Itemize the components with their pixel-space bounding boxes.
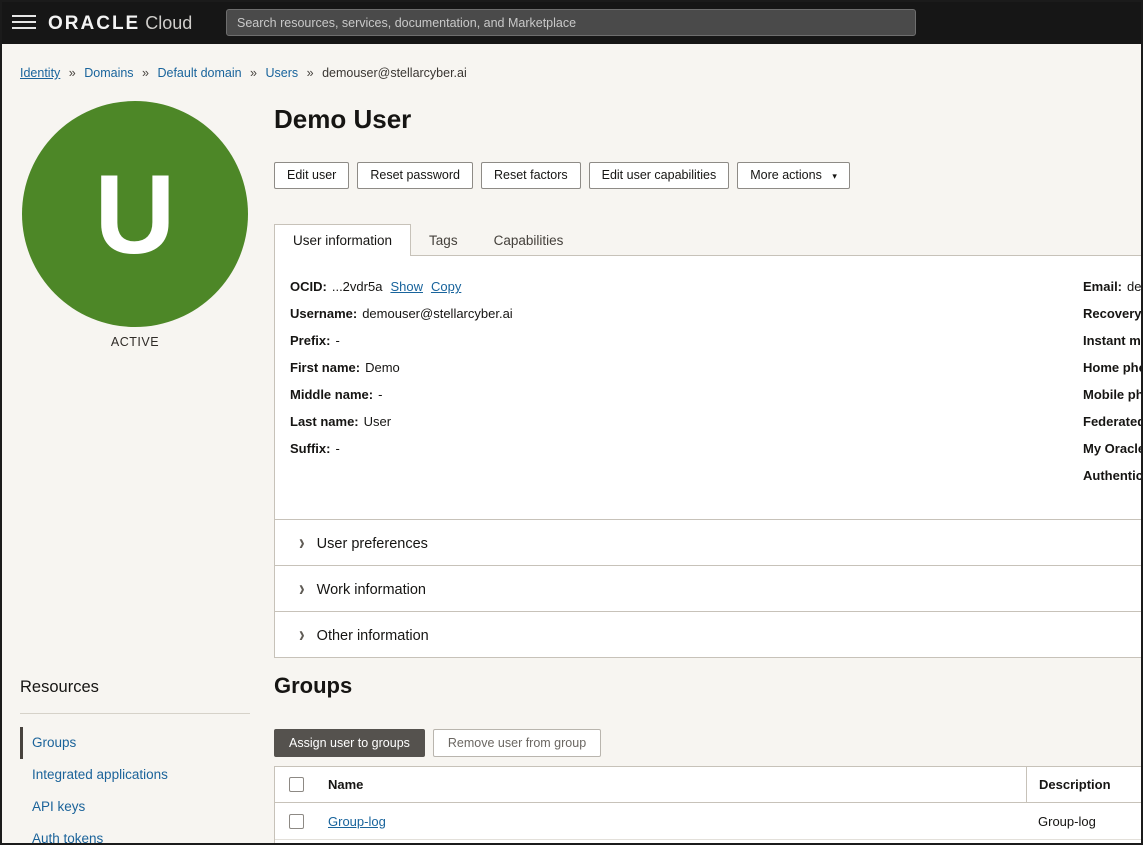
- row-checkbox[interactable]: [289, 814, 304, 829]
- header-checkbox-cell: [275, 777, 328, 792]
- description-column-header: Description: [1026, 767, 1143, 802]
- group-description: Group-log: [1026, 803, 1143, 839]
- groups-action-buttons: Assign user to groups Remove user from g…: [274, 729, 601, 757]
- assign-user-to-groups-button[interactable]: Assign user to groups: [274, 729, 425, 757]
- row-checkbox-cell: [275, 814, 328, 829]
- breadcrumb-separator-icon: »: [250, 66, 257, 80]
- ocid-field: OCID: ...2vdr5a Show Copy: [290, 273, 513, 300]
- breadcrumb-separator-icon: »: [142, 66, 149, 80]
- more-actions-button[interactable]: More actions ▾: [737, 162, 850, 189]
- more-actions-label: More actions: [750, 168, 822, 182]
- prefix-field: Prefix:-: [290, 327, 513, 354]
- ocid-label: OCID:: [290, 279, 327, 294]
- groups-heading: Groups: [274, 673, 352, 699]
- my-oracle-field: My Oracle: [1083, 435, 1143, 462]
- breadcrumb-separator-icon: »: [69, 66, 76, 80]
- name-column-header: Name: [328, 777, 1026, 792]
- last-name-label: Last name:: [290, 414, 359, 429]
- suffix-value: -: [335, 441, 339, 456]
- username-value: demouser@stellarcyber.ai: [362, 306, 512, 321]
- section-user-preferences[interactable]: ›User preferences: [274, 520, 1143, 566]
- suffix-field: Suffix:-: [290, 435, 513, 462]
- prefix-label: Prefix:: [290, 333, 330, 348]
- recovery-email-field: Recovery e: [1083, 300, 1143, 327]
- authentication-field: Authentica: [1083, 462, 1143, 489]
- page-title: Demo User: [274, 104, 411, 135]
- middle-name-value: -: [378, 387, 382, 402]
- section-label: Other information: [317, 628, 429, 644]
- group-name-link[interactable]: Group-log: [328, 814, 386, 829]
- section-work-information[interactable]: ›Work information: [274, 566, 1143, 612]
- ocid-show-link[interactable]: Show: [390, 279, 423, 294]
- sidebar-item-groups[interactable]: Groups: [20, 727, 250, 759]
- section-label: User preferences: [317, 536, 428, 552]
- logo-cloud-text: Cloud: [145, 13, 192, 33]
- topbar: ORACLECloud: [2, 2, 1141, 44]
- breadcrumb-domains[interactable]: Domains: [84, 66, 133, 80]
- groups-table-header: Name Description: [275, 767, 1143, 803]
- federated-field: Federated:: [1083, 408, 1143, 435]
- username-field: Username: demouser@stellarcyber.ai: [290, 300, 513, 327]
- user-info-right-column: Email: dem Recovery e Instant mes Home ph…: [1083, 273, 1143, 489]
- home-phone-field: Home phon: [1083, 354, 1143, 381]
- logo-oracle-text: ORACLE: [48, 13, 140, 34]
- avatar-letter: U: [95, 150, 176, 279]
- menu-icon[interactable]: [12, 15, 36, 31]
- sidebar-item-auth-tokens[interactable]: Auth tokens: [20, 823, 250, 845]
- middle-name-field: Middle name:-: [290, 381, 513, 408]
- section-label: Work information: [317, 582, 426, 598]
- table-row: Group-log Group-log: [275, 803, 1143, 840]
- remove-user-from-group-button[interactable]: Remove user from group: [433, 729, 601, 757]
- section-other-information[interactable]: ›Other information: [274, 612, 1143, 658]
- detail-tabs: User information Tags Capabilities: [274, 224, 581, 256]
- ocid-copy-link[interactable]: Copy: [431, 279, 461, 294]
- groups-table: Name Description Group-log Group-log: [274, 766, 1143, 845]
- email-field: Email: dem: [1083, 273, 1143, 300]
- breadcrumb: Identity » Domains » Default domain » Us…: [20, 66, 467, 80]
- edit-user-button[interactable]: Edit user: [274, 162, 349, 189]
- first-name-value: Demo: [365, 360, 400, 375]
- instant-messaging-field: Instant mes: [1083, 327, 1143, 354]
- sidebar-divider: [20, 713, 250, 714]
- first-name-label: First name:: [290, 360, 360, 375]
- breadcrumb-separator-icon: »: [307, 66, 314, 80]
- resources-list: Groups Integrated applications API keys …: [20, 727, 250, 845]
- breadcrumb-default-domain[interactable]: Default domain: [157, 66, 241, 80]
- oracle-cloud-logo: ORACLECloud: [48, 2, 192, 44]
- breadcrumb-current: demouser@stellarcyber.ai: [322, 66, 467, 80]
- tab-tags[interactable]: Tags: [411, 225, 476, 256]
- breadcrumb-identity[interactable]: Identity: [20, 66, 60, 80]
- status-badge: ACTIVE: [22, 335, 248, 349]
- tab-user-information[interactable]: User information: [274, 224, 411, 256]
- user-info-left-column: OCID: ...2vdr5a Show Copy Username: demouser…: [290, 273, 513, 462]
- chevron-right-icon: ›: [299, 605, 305, 664]
- middle-name-label: Middle name:: [290, 387, 373, 402]
- search-input[interactable]: [226, 9, 916, 36]
- ocid-value: ...2vdr5a: [332, 279, 383, 294]
- user-avatar: U: [22, 101, 248, 327]
- edit-user-capabilities-button[interactable]: Edit user capabilities: [589, 162, 730, 189]
- breadcrumb-users[interactable]: Users: [265, 66, 298, 80]
- username-label: Username:: [290, 306, 357, 321]
- user-action-buttons: Edit user Reset password Reset factors E…: [274, 162, 850, 189]
- first-name-field: First name: Demo: [290, 354, 513, 381]
- sidebar-item-api-keys[interactable]: API keys: [20, 791, 250, 823]
- reset-factors-button[interactable]: Reset factors: [481, 162, 581, 189]
- last-name-field: Last name: User: [290, 408, 513, 435]
- user-information-panel: OCID: ...2vdr5a Show Copy Username: demouser…: [274, 255, 1143, 520]
- reset-password-button[interactable]: Reset password: [357, 162, 473, 189]
- sidebar-item-integrated-applications[interactable]: Integrated applications: [20, 759, 250, 791]
- caret-down-icon: ▾: [832, 171, 837, 181]
- table-row-partial: [275, 840, 1143, 845]
- last-name-value: User: [364, 414, 391, 429]
- mobile-phone-field: Mobile pho: [1083, 381, 1143, 408]
- oracle-cloud-console: ORACLECloud Identity » Domains » Default…: [0, 0, 1143, 845]
- prefix-value: -: [335, 333, 339, 348]
- suffix-label: Suffix:: [290, 441, 330, 456]
- email-label: Email:: [1083, 279, 1122, 294]
- select-all-checkbox[interactable]: [289, 777, 304, 792]
- resources-heading: Resources: [20, 678, 99, 697]
- email-value: dem: [1127, 279, 1143, 294]
- tab-capabilities[interactable]: Capabilities: [476, 225, 582, 256]
